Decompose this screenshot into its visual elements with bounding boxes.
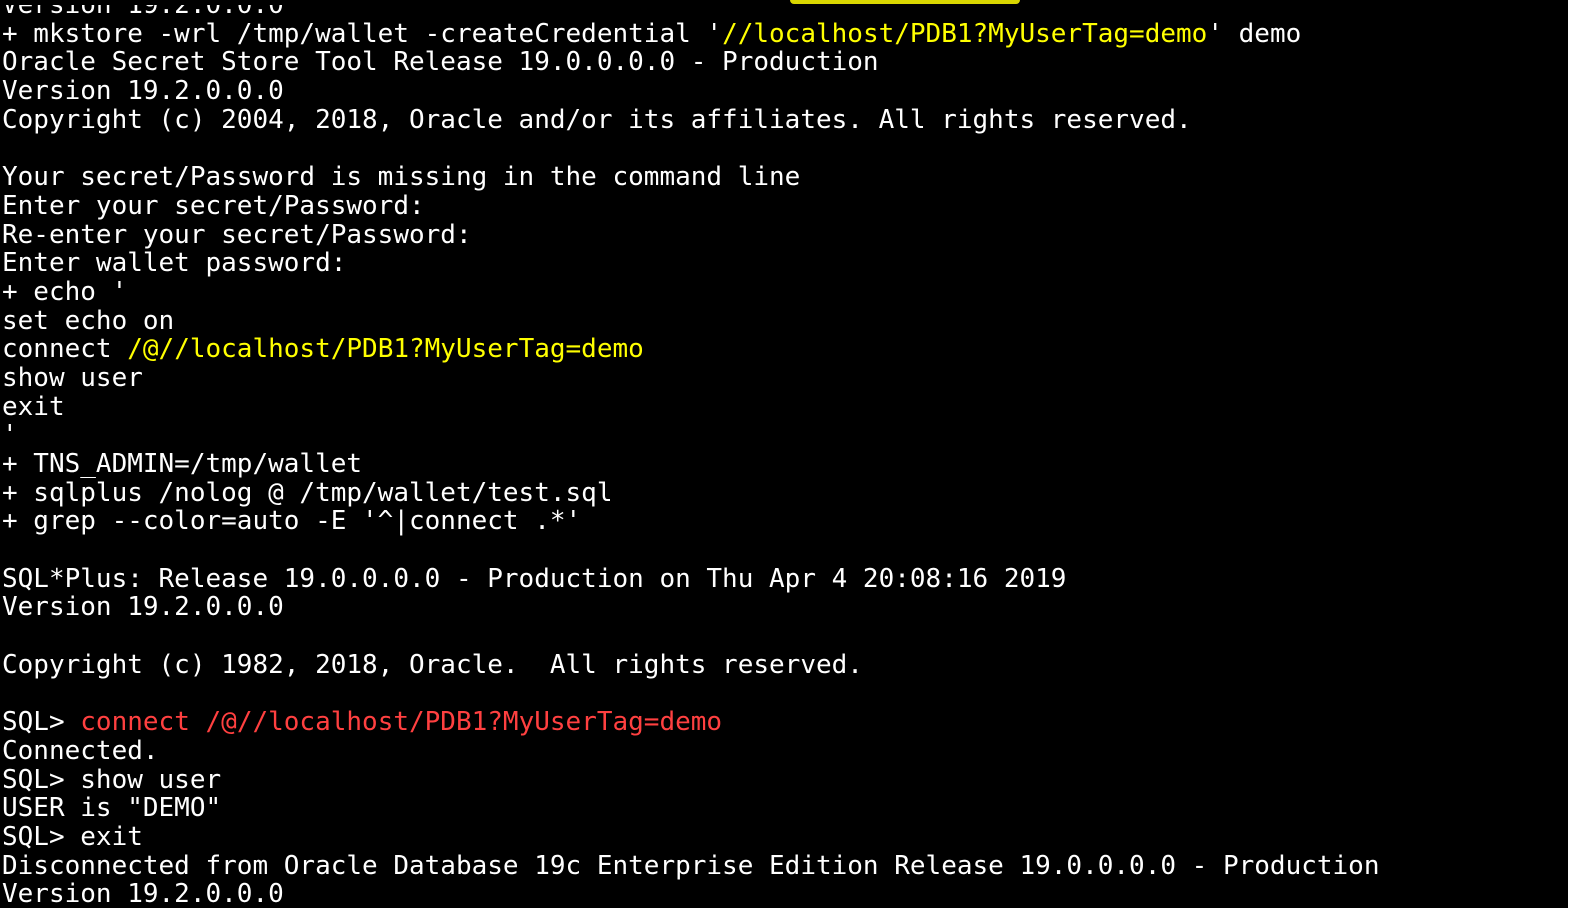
text-segment: SQL> show user [2, 764, 222, 795]
text-segment: + grep --color=auto -E '^|connect .*' [2, 506, 582, 537]
text-segment: SQL*Plus: Release 19.0.0.0.0 - Productio… [2, 563, 1067, 594]
text-segment: set echo on [2, 305, 175, 336]
text-segment: Disconnected from Oracle Database 19c En… [2, 850, 1380, 881]
terminal-line: Disconnected from Oracle Database 19c En… [2, 850, 1380, 881]
text-segment-yellow: //localhost/PDB1?MyUserTag=demo [722, 18, 1208, 49]
terminal-line: Your secret/Password is missing in the c… [2, 163, 1380, 192]
text-segment: Connected. [2, 735, 159, 766]
text-segment: SQL> [2, 707, 81, 738]
terminal-line: + mkstore -wrl /tmp/wallet -createCreden… [2, 18, 1380, 49]
terminal-line: connect /@//localhost/PDB1?MyUserTag=dem… [2, 335, 1380, 364]
text-segment: exit [2, 391, 65, 422]
terminal-line: + grep --color=auto -E '^|connect .*' [2, 507, 1380, 536]
terminal-line: SQL> show user [2, 764, 1380, 795]
terminal-line: USER is "DEMO" [2, 794, 1380, 823]
text-segment: Oracle Secret Store Tool Release 19.0.0.… [2, 47, 879, 78]
terminal-line: Version 19.2.0.0.0 [2, 593, 1380, 622]
text-segment-red: connect /@//localhost/PDB1?MyUserTag=dem… [80, 707, 723, 738]
terminal-line: + sqlplus /nolog @ /tmp/wallet/test.sql [2, 477, 1380, 508]
text-segment: USER is "DEMO" [2, 793, 222, 824]
terminal-line: Version 19.2.0.0.0 [2, 77, 1380, 106]
terminal-line: SQL> connect /@//localhost/PDB1?MyUserTa… [2, 708, 1380, 737]
terminal-line: Version 19.2.0.0.0 [2, 880, 1380, 908]
text-segment: + echo ' [2, 276, 128, 307]
text-segment-yellow: /@//localhost/PDB1?MyUserTag=demo [127, 334, 644, 365]
terminal-line: + echo ' [2, 278, 1380, 307]
text-segment: Copyright (c) 1982, 2018, Oracle. All ri… [2, 649, 863, 680]
terminal-line: Re-enter your secret/Password: [2, 219, 1380, 250]
terminal-line: exit [2, 391, 1380, 422]
terminal-line: SQL> exit [2, 823, 1380, 852]
text-segment: Enter your secret/Password: [2, 190, 425, 221]
text-segment: Your secret/Password is missing in the c… [2, 162, 801, 193]
text-segment: ' demo [1207, 18, 1302, 49]
terminal-line: show user [2, 364, 1380, 393]
terminal-output: Version 19.2.0.0.0 + mkstore -wrl /tmp/wa… [2, 0, 1380, 908]
terminal-line: Oracle Secret Store Tool Release 19.0.0.… [2, 48, 1380, 77]
text-segment: ' [2, 420, 18, 451]
terminal-line: Enter your secret/Password: [2, 190, 1380, 221]
text-segment: Re-enter your secret/Password: [2, 219, 472, 250]
text-segment: Version 19.2.0.0.0 [2, 879, 284, 908]
text-segment: + sqlplus /nolog @ /tmp/wallet/test.sql [2, 477, 613, 508]
terminal-window[interactable]: Version 19.2.0.0.0 + mkstore -wrl /tmp/wa… [0, 0, 1568, 908]
top-edge [0, 0, 1568, 5]
text-segment: Copyright (c) 2004, 2018, Oracle and/or … [2, 104, 1192, 135]
text-segment: Enter wallet password: [2, 248, 347, 279]
terminal-line: ' [2, 421, 1380, 450]
terminal-line: SQL*Plus: Release 19.0.0.0.0 - Productio… [2, 563, 1380, 594]
highlight-mark [790, 0, 1020, 4]
text-segment: SQL> exit [2, 821, 143, 852]
terminal-line: Copyright (c) 2004, 2018, Oracle and/or … [2, 104, 1380, 135]
text-segment: show user [2, 362, 143, 393]
terminal-line: Copyright (c) 1982, 2018, Oracle. All ri… [2, 649, 1380, 680]
terminal-line: Connected. [2, 737, 1380, 766]
text-segment: Version 19.2.0.0.0 [2, 592, 284, 623]
text-segment: + mkstore -wrl /tmp/wallet -createCreden… [2, 18, 723, 49]
text-segment: connect [2, 334, 128, 365]
terminal-line: set echo on [2, 305, 1380, 336]
terminal-line: + TNS_ADMIN=/tmp/wallet [2, 450, 1380, 479]
text-segment: Version 19.2.0.0.0 [2, 76, 284, 107]
terminal-line: Enter wallet password: [2, 249, 1380, 278]
text-segment: + TNS_ADMIN=/tmp/wallet [2, 449, 363, 479]
